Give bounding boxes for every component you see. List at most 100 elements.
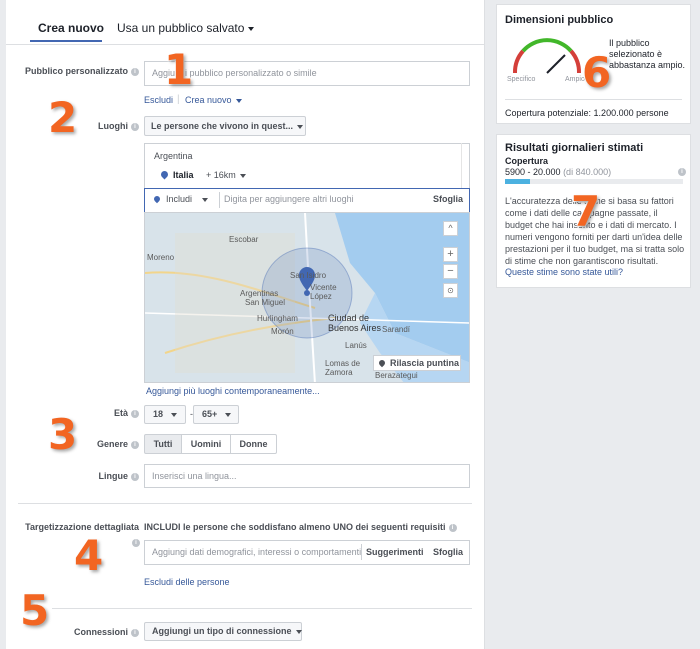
active-tab-indicator	[30, 40, 102, 42]
caret-down-icon	[202, 197, 209, 202]
info-icon[interactable]: i	[131, 122, 139, 131]
reach-estimate: 5900 - 20.000 (di 840.000)	[505, 167, 611, 177]
map-label: Lomas de Zamora	[325, 359, 361, 377]
link-separator: |	[177, 94, 180, 105]
locations-type-dropdown[interactable]: Le persone che vivono in quest...	[144, 116, 306, 136]
caret-down-icon	[295, 629, 302, 634]
search-divider	[361, 544, 362, 560]
include-dropdown-value: Includi	[166, 194, 193, 204]
connection-type-dropdown[interactable]: Aggiungi un tipo di connessione	[144, 622, 302, 641]
zoom-out-icon[interactable]: −	[443, 264, 458, 279]
info-icon[interactable]: i	[131, 409, 139, 418]
location-search-input[interactable]: Digita per aggiungere altri luoghi	[224, 194, 354, 204]
languages-label-text: Lingue	[98, 471, 129, 481]
tab-saved-audience-label: Usa un pubblico salvato	[117, 21, 245, 35]
info-icon[interactable]: i	[678, 168, 686, 176]
gauge-needle	[546, 54, 566, 74]
map-label: Morón	[271, 327, 294, 336]
locations-scrollbar[interactable]	[461, 143, 470, 188]
targeting-browse-button[interactable]: Sfoglia	[433, 547, 463, 557]
age-min-value: 18	[153, 409, 164, 419]
gender-women-button[interactable]: Donne	[230, 434, 277, 454]
zoom-in-icon[interactable]: +	[443, 247, 458, 262]
detailed-targeting-description: INCLUDI le persone che soddisfano almeno…	[144, 522, 457, 532]
daily-results-card: Risultati giornalieri stimati Copertura …	[496, 134, 691, 288]
age-label-text: Età	[113, 408, 128, 418]
estimate-feedback-link[interactable]: Queste stime sono state utili?	[505, 267, 623, 277]
include-dropdown[interactable]: Includi	[166, 194, 209, 204]
map-collapse-button[interactable]: ^	[443, 221, 458, 236]
map-label: Hurlingham	[257, 314, 298, 323]
age-min-dropdown[interactable]: 18	[144, 405, 186, 424]
detailed-targeting-description-text: INCLUDI le persone che soddisfano almeno…	[144, 522, 446, 532]
exclude-people-link[interactable]: Escludi delle persone	[144, 577, 230, 587]
info-icon[interactable]: i	[131, 67, 139, 76]
reach-label: Copertura	[505, 156, 549, 166]
custom-audience-label-text: Pubblico personalizzato	[24, 66, 128, 76]
audience-size-card: Dimensioni pubblico Specifico Ampio Il p…	[496, 4, 691, 124]
reach-bar-track	[505, 179, 683, 184]
location-item-name: Italia	[173, 170, 194, 180]
tab-create-new[interactable]: Crea nuovo	[38, 21, 104, 35]
gender-all-button[interactable]: Tutti	[144, 434, 182, 454]
create-new-audience-link[interactable]: Crea nuovo	[185, 95, 242, 105]
map-label: San Miguel	[245, 298, 286, 307]
gender-label: Genere i	[97, 439, 139, 449]
connections-label-text: Connessioni	[73, 627, 128, 637]
reach-bar-fill	[505, 179, 530, 184]
create-new-audience-label: Crea nuovo	[185, 95, 232, 105]
location-browse-button[interactable]: Sfoglia	[433, 194, 463, 204]
tab-saved-audience[interactable]: Usa un pubblico salvato	[117, 21, 255, 35]
locations-type-value: Le persone che vivono in quest...	[151, 121, 294, 131]
exclude-audience-link[interactable]: Escludi	[144, 95, 173, 105]
caret-down-icon	[239, 173, 246, 178]
add-multiple-locations-link[interactable]: Aggiungi più luoghi contemporaneamente..…	[146, 386, 320, 396]
audience-size-title: Dimensioni pubblico	[505, 14, 614, 26]
gender-men-button[interactable]: Uomini	[181, 434, 231, 454]
drop-pin-button[interactable]: Rilascia puntina	[373, 355, 461, 371]
audience-status-text: Il pubblico selezionato è abbastanza amp…	[609, 38, 686, 70]
reach-value: 5900 - 20.000	[505, 167, 561, 177]
daily-results-title: Risultati giornalieri stimati	[505, 142, 644, 154]
info-icon[interactable]: i	[132, 539, 140, 547]
info-icon[interactable]: i	[448, 523, 457, 532]
info-icon[interactable]: i	[131, 472, 139, 481]
custom-audience-label: Pubblico personalizzato i	[25, 66, 139, 76]
map-label: Lanús	[345, 341, 367, 350]
search-divider	[219, 192, 220, 208]
age-max-dropdown[interactable]: 65+	[193, 405, 239, 424]
locations-label: Luoghi i	[98, 121, 139, 131]
targeting-panel: Crea nuovo Usa un pubblico salvato Pubbl…	[6, 0, 485, 649]
map-label: Sarandí	[382, 325, 411, 334]
section-divider	[52, 608, 472, 609]
caret-down-icon	[235, 98, 242, 103]
location-radius-dropdown[interactable]: + 16km	[206, 170, 246, 180]
suggestions-button[interactable]: Suggerimenti	[366, 547, 424, 557]
callout-number: 7	[571, 187, 601, 236]
language-input[interactable]: Inserisci una lingua...	[144, 464, 470, 488]
map-label: Escobar	[229, 235, 259, 244]
gender-label-text: Genere	[96, 439, 128, 449]
location-map[interactable]: Escobar San Isidro Vicente López Argenti…	[144, 212, 470, 383]
gauge-specific-label: Specifico	[507, 76, 536, 83]
tab-divider	[6, 44, 485, 45]
callout-number: 5	[20, 586, 50, 635]
detailed-targeting-input[interactable]: Aggiungi dati demografici, interessi o c…	[152, 547, 361, 557]
recenter-icon[interactable]: ⊙	[443, 283, 458, 298]
languages-label: Lingue i	[98, 471, 139, 481]
caret-down-icon	[171, 412, 178, 417]
gauge-red-arc	[569, 49, 581, 74]
connections-label: Connessioni i	[74, 627, 139, 637]
locations-label-text: Luoghi	[98, 121, 128, 131]
connection-type-value: Aggiungi un tipo di connessione	[152, 626, 292, 636]
map-label: Argentinas	[240, 289, 279, 298]
location-country-header: Argentina	[154, 151, 193, 161]
callout-number: 3	[48, 410, 78, 459]
info-icon[interactable]: i	[131, 440, 139, 449]
callout-number: 1	[164, 45, 194, 94]
info-icon[interactable]: i	[131, 628, 139, 637]
age-max-value: 65+	[202, 409, 218, 419]
potential-reach: Copertura potenziale: 1.200.000 persone	[505, 108, 669, 118]
drop-pin-label: Rilascia puntina	[390, 358, 460, 368]
gauge-red-arc	[513, 49, 525, 74]
